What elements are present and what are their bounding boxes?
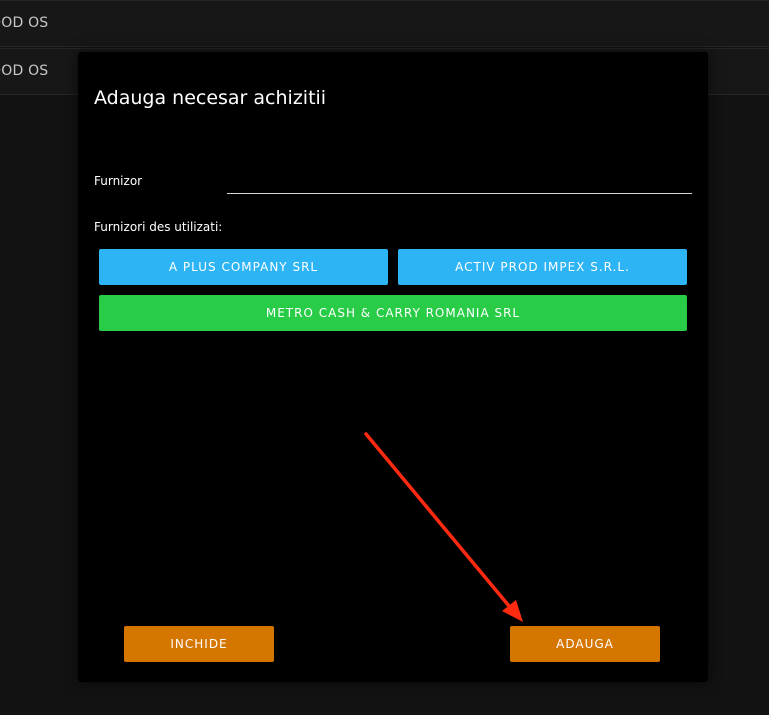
close-button[interactable]: INCHIDE <box>124 626 274 662</box>
add-button[interactable]: ADAUGA <box>510 626 660 662</box>
list-item[interactable]: OOD OS <box>0 0 769 47</box>
supplier-field-label: Furnizor <box>94 174 143 188</box>
add-purchase-dialog: Adauga necesar achizitii Furnizor Furniz… <box>78 52 708 682</box>
supplier-button-metro-cash-carry[interactable]: METRO CASH & CARRY ROMANIA SRL <box>99 295 687 331</box>
list-item-label: OOD OS <box>0 63 49 79</box>
supplier-button-activ-prod-impex[interactable]: ACTIV PROD IMPEX S.R.L. <box>398 249 687 285</box>
supplier-input[interactable] <box>227 170 692 194</box>
frequent-suppliers-label: Furnizori des utilizati: <box>94 220 223 234</box>
supplier-button-a-plus-company[interactable]: A PLUS COMPANY SRL <box>99 249 388 285</box>
list-item-label: OOD OS <box>0 15 49 31</box>
dialog-title: Adauga necesar achizitii <box>94 87 327 109</box>
